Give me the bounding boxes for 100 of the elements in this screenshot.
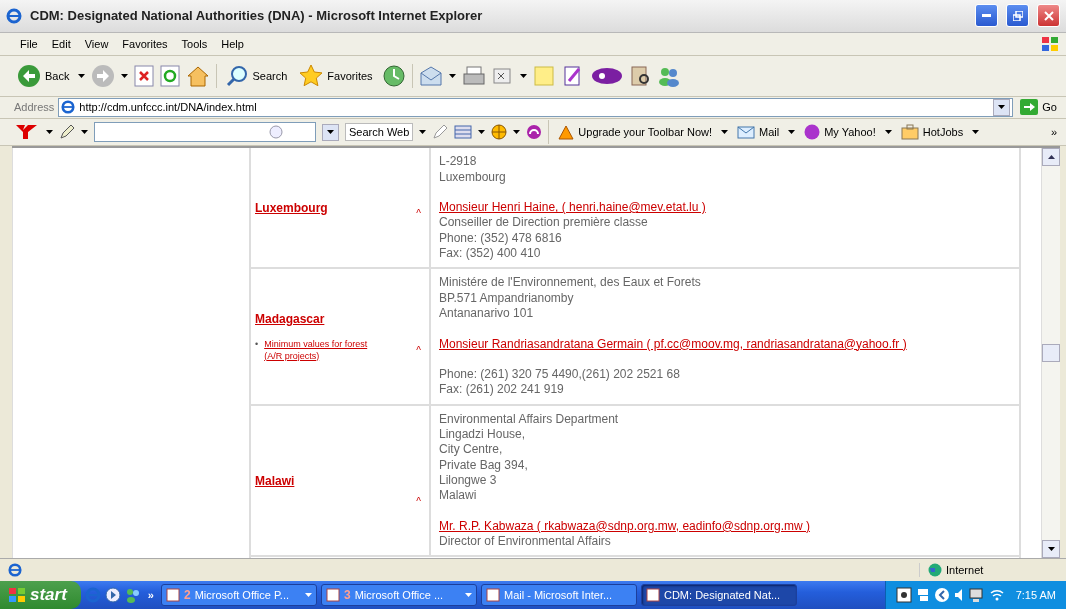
caret-icon xyxy=(972,130,980,135)
briefcase-icon xyxy=(900,124,919,141)
dropdown-button[interactable] xyxy=(322,123,339,141)
window-icon xyxy=(486,588,500,602)
help-icon xyxy=(895,587,912,603)
window-title: CDM: Designated National Authorities (DNA) - Microsoft Internet Explorer xyxy=(30,8,484,24)
contact-email-link[interactable]: Mr. R.P. Kabwaza ( rkabwaza@sdnp.org.mw, eadinfo@sdnp.org.mw ) xyxy=(439,518,810,535)
search-button[interactable]: Search xyxy=(223,62,291,89)
caret-icon xyxy=(121,73,129,78)
menu-item[interactable]: Edit xyxy=(45,35,77,52)
warning-icon xyxy=(558,124,575,140)
network-icon xyxy=(967,587,984,603)
go-button[interactable]: Go xyxy=(1017,97,1060,118)
search-icon xyxy=(226,64,249,87)
contact-line: L-2918 xyxy=(439,154,478,170)
clock: 7:15 AM xyxy=(1015,589,1056,601)
country-link[interactable]: Madagascar xyxy=(255,311,325,326)
search-icon xyxy=(267,124,285,141)
zone-text: Internet xyxy=(946,564,984,577)
menu-item[interactable]: View xyxy=(78,35,115,52)
contact-line: Antananarivo 101 xyxy=(439,305,535,322)
globe-icon xyxy=(928,563,942,578)
scroll-up-button[interactable] xyxy=(1042,148,1060,167)
taskbar-button[interactable]: 3 Microsoft Office ... xyxy=(321,584,477,606)
window-icon xyxy=(166,588,180,602)
mail-icon xyxy=(418,64,443,87)
my-yahoo-button[interactable]: My Yahoo! xyxy=(801,122,879,143)
close-button[interactable] xyxy=(1037,4,1060,28)
profile-badge-icon xyxy=(804,124,821,141)
back-to-top-link[interactable]: ^ xyxy=(416,344,421,356)
wifi-icon xyxy=(988,587,1005,603)
contact-email-link[interactable]: Monsieur Henri Haine, ( henri.haine@mev.etat.lu ) xyxy=(439,200,706,216)
menu-item[interactable]: Favorites xyxy=(116,35,174,52)
back-to-top-link[interactable]: ^ xyxy=(416,208,421,220)
menu-item[interactable]: Help xyxy=(215,35,250,52)
note-icon xyxy=(532,64,555,87)
caret-icon xyxy=(78,73,86,78)
contact-line: Ministére de l'Environnement, des Eaux et Forets xyxy=(439,275,702,291)
contact-line: Fax: (261) 202 241 919 xyxy=(439,382,565,398)
menu-item[interactable]: File xyxy=(14,35,44,52)
windows-logo-icon xyxy=(1040,34,1060,53)
document-link[interactable]: Minimum values for forest (A/R projects) xyxy=(264,337,385,362)
bullet: • xyxy=(255,337,259,350)
star-icon xyxy=(299,63,324,88)
pencil-icon xyxy=(59,124,75,141)
caret-icon xyxy=(788,130,796,135)
caret-icon xyxy=(46,130,53,135)
restore-icon xyxy=(1012,10,1023,21)
people-icon xyxy=(124,587,141,603)
search-field[interactable] xyxy=(94,122,316,143)
start-button[interactable]: start xyxy=(0,581,81,609)
minimize-button[interactable] xyxy=(975,4,998,28)
country-link[interactable]: Luxembourg xyxy=(255,200,328,215)
media-player-icon xyxy=(104,587,121,603)
window-icon xyxy=(646,588,660,602)
contact-email-link[interactable]: Monsieur Randriasandratana Germain ( pf.cc@moov.mg, randriasandratana@yahoo.fr ) xyxy=(439,336,907,352)
taskbar-button[interactable]: CDM: Designated Nat... xyxy=(641,584,797,606)
address-field[interactable]: http://cdm.unfccc.int/DNA/index.html xyxy=(58,97,1014,117)
speaker-icon xyxy=(954,589,963,601)
minimize-icon xyxy=(982,14,991,18)
hotjobs-button[interactable]: HotJobs xyxy=(897,122,967,143)
back-button[interactable]: Back xyxy=(14,61,73,90)
more-button[interactable]: » xyxy=(1047,124,1060,141)
caret-icon xyxy=(478,130,486,135)
caret-icon xyxy=(998,105,1006,110)
menu-caret[interactable] xyxy=(305,593,312,597)
country-link[interactable]: Malawi xyxy=(255,473,295,488)
edit-icon xyxy=(491,65,514,86)
dropdown-button[interactable] xyxy=(993,98,1011,116)
contact-line: Phone: (261) 320 75 4490,(261) 202 2521 68 xyxy=(439,367,681,383)
caret-icon xyxy=(519,73,527,78)
up-arrow-icon xyxy=(1047,155,1055,160)
windows-logo-icon xyxy=(8,587,26,603)
more-button[interactable]: » xyxy=(144,587,157,603)
scroll-thumb[interactable] xyxy=(1042,344,1060,363)
windows-icon xyxy=(916,588,929,602)
contact-line: Lilongwe 3 xyxy=(439,472,498,489)
menu-caret[interactable] xyxy=(465,593,472,597)
contact-line: Luxembourg xyxy=(439,169,507,185)
close-icon xyxy=(1043,10,1054,21)
contact-line: Environmental Affairs Department xyxy=(439,411,620,427)
menu-item[interactable]: Tools xyxy=(175,35,214,52)
contact-line: City Centre, xyxy=(439,442,504,458)
restore-button[interactable] xyxy=(1006,4,1029,28)
taskbar-button[interactable]: Mail - Microsoft Inter... xyxy=(481,584,637,606)
history-icon xyxy=(381,63,406,88)
contact-line: Lingadzi House, xyxy=(439,427,527,443)
taskbar-button[interactable]: 2 Microsoft Office P... xyxy=(161,584,317,606)
scroll-down-button[interactable] xyxy=(1042,540,1060,559)
upgrade-toolbar-button[interactable]: Upgrade your Toolbar Now! xyxy=(555,122,716,142)
caret-icon xyxy=(448,73,456,78)
caret-icon xyxy=(513,130,521,135)
back-to-top-link[interactable]: ^ xyxy=(416,496,421,508)
contact-line: Phone: (352) 478 6816 xyxy=(439,230,563,247)
search-web-button[interactable]: Search Web xyxy=(345,123,414,142)
mail-button[interactable]: Mail xyxy=(734,123,783,141)
pencil-icon xyxy=(432,124,449,141)
contact-line: Private Bag 394, xyxy=(439,457,529,473)
favorites-button[interactable]: Favorites xyxy=(296,61,376,90)
globe-icon xyxy=(491,124,508,141)
